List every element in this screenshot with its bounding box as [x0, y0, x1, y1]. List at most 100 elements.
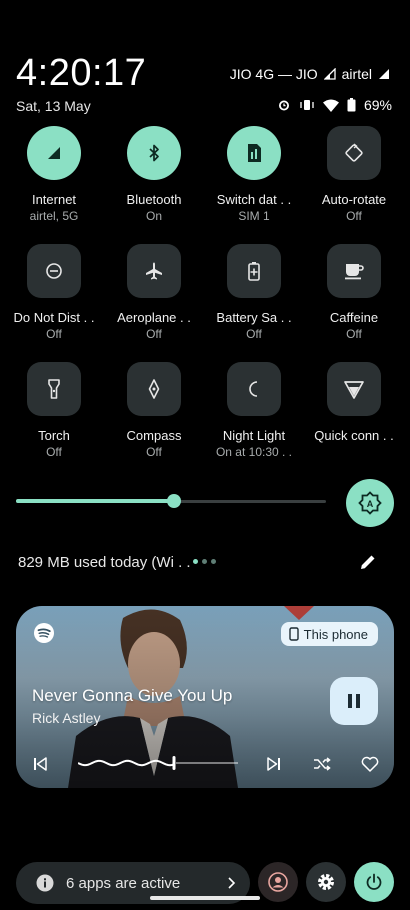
tile-compass[interactable]: Compass Off [104, 362, 204, 468]
tile-status: On at 10:30 . . [215, 445, 293, 459]
tile-button[interactable] [27, 126, 81, 180]
tile-status: Off [246, 327, 262, 341]
info-icon [36, 874, 54, 892]
tile-airplane[interactable]: Aeroplane . . Off [104, 244, 204, 350]
skip-previous-icon [34, 757, 47, 771]
chevron-right-icon [228, 877, 236, 889]
compass-icon [147, 379, 161, 399]
clock[interactable]: 4:20:17 [16, 52, 146, 95]
tile-button[interactable] [127, 126, 181, 180]
previous-button[interactable] [30, 754, 50, 774]
tile-sim[interactable]: Switch dat . . SIM 1 [204, 126, 304, 232]
gear-icon [318, 874, 334, 890]
data-usage-text[interactable]: 829 MB used today (Wi . . [18, 554, 191, 571]
tile-status: airtel, 5G [29, 209, 79, 223]
tile-button[interactable] [327, 126, 381, 180]
tile-button[interactable] [227, 244, 281, 298]
home-indicator[interactable] [150, 896, 260, 900]
coffee-cup-icon [344, 262, 364, 280]
spotify-icon[interactable] [33, 622, 55, 644]
song-title: Never Gonna Give You Up [32, 686, 233, 705]
output-device-chip[interactable]: This phone [280, 622, 378, 646]
brightness-slider[interactable] [16, 494, 326, 508]
user-icon [268, 872, 288, 892]
rotate-icon [344, 143, 364, 163]
tile-label: Night Light [222, 428, 286, 443]
carrier2-text: airtel [341, 66, 372, 82]
shuffle-icon [314, 757, 331, 771]
tile-button[interactable] [327, 244, 381, 298]
user-button[interactable] [258, 862, 298, 902]
settings-button[interactable] [306, 862, 346, 902]
shuffle-button[interactable] [312, 754, 332, 774]
auto-brightness-icon: A [358, 491, 382, 515]
tile-label: Do Not Dist . . [13, 310, 95, 325]
like-button[interactable] [360, 754, 380, 774]
tile-status: Off [146, 327, 162, 341]
tile-rotate[interactable]: Auto-rotate Off [304, 126, 404, 232]
media-player-card[interactable]: This phone Never Gonna Give You Up Rick … [16, 606, 394, 788]
page-dot [193, 559, 198, 564]
tile-button[interactable] [227, 362, 281, 416]
tile-button[interactable] [27, 362, 81, 416]
phone-icon [288, 627, 299, 641]
signal-icon [46, 145, 62, 161]
tile-button[interactable] [227, 126, 281, 180]
tile-label: Caffeine [329, 310, 379, 325]
tile-status: Off [46, 445, 62, 459]
next-button[interactable] [264, 754, 284, 774]
tile-bluetooth[interactable]: Bluetooth On [104, 126, 204, 232]
tile-label: Compass [126, 428, 182, 443]
bluetooth-icon [147, 144, 161, 162]
tile-button[interactable] [127, 362, 181, 416]
progress-thumb[interactable] [172, 756, 176, 770]
tile-coffee-cup[interactable]: Caffeine Off [304, 244, 404, 350]
tile-battery-saver[interactable]: Battery Sa . . Off [204, 244, 304, 350]
tile-status: SIM 1 [238, 209, 270, 223]
battery-percent: 69% [363, 97, 392, 113]
quick-connect-icon [343, 378, 365, 400]
flashlight-icon [47, 379, 61, 399]
airplane-icon [144, 261, 164, 281]
auto-brightness-button[interactable]: A [346, 479, 394, 527]
moon-icon [245, 380, 263, 398]
skip-next-icon [267, 757, 280, 771]
tile-flashlight[interactable]: Torch Off [4, 362, 104, 468]
tile-label: Switch dat . . [216, 192, 292, 207]
tile-quick-connect[interactable]: Quick conn . . [304, 362, 404, 468]
playback-progress[interactable] [78, 756, 238, 770]
alarm-icon [278, 100, 289, 111]
edit-pencil-icon[interactable] [358, 552, 378, 572]
date[interactable]: Sat, 13 May [16, 98, 91, 114]
do-not-disturb-icon [45, 262, 63, 280]
tile-button[interactable] [27, 244, 81, 298]
song-artist: Rick Astley [32, 710, 101, 726]
page-dot [211, 559, 216, 564]
power-icon [366, 873, 382, 890]
tile-do-not-disturb[interactable]: Do Not Dist . . Off [4, 244, 104, 350]
carrier-text: JIO 4G — JIO [229, 66, 318, 82]
pause-button[interactable] [330, 677, 378, 725]
brightness-thumb[interactable] [167, 494, 182, 508]
tile-moon[interactable]: Night Light On at 10:30 . . [204, 362, 304, 468]
sim-icon [246, 143, 262, 163]
tile-status: Off [346, 327, 362, 341]
tile-label: Auto-rotate [321, 192, 387, 207]
wifi-icon [322, 99, 339, 112]
tile-status: On [145, 209, 162, 223]
tile-label: Torch [38, 428, 70, 443]
tile-signal[interactable]: Internet airtel, 5G [4, 126, 104, 232]
signal-icon [379, 69, 389, 79]
status-icons: 69% [277, 97, 392, 113]
tile-button[interactable] [127, 244, 181, 298]
brightness-fill [16, 499, 175, 503]
power-button[interactable] [354, 862, 394, 902]
page-indicator [193, 559, 216, 564]
signal-weak-icon [323, 68, 336, 80]
vibrate-icon [300, 100, 314, 110]
device-label: This phone [303, 626, 368, 642]
tile-button[interactable] [327, 362, 381, 416]
battery-icon [347, 98, 356, 112]
tile-label: Quick conn . . [314, 428, 394, 443]
progress-played [78, 759, 175, 767]
